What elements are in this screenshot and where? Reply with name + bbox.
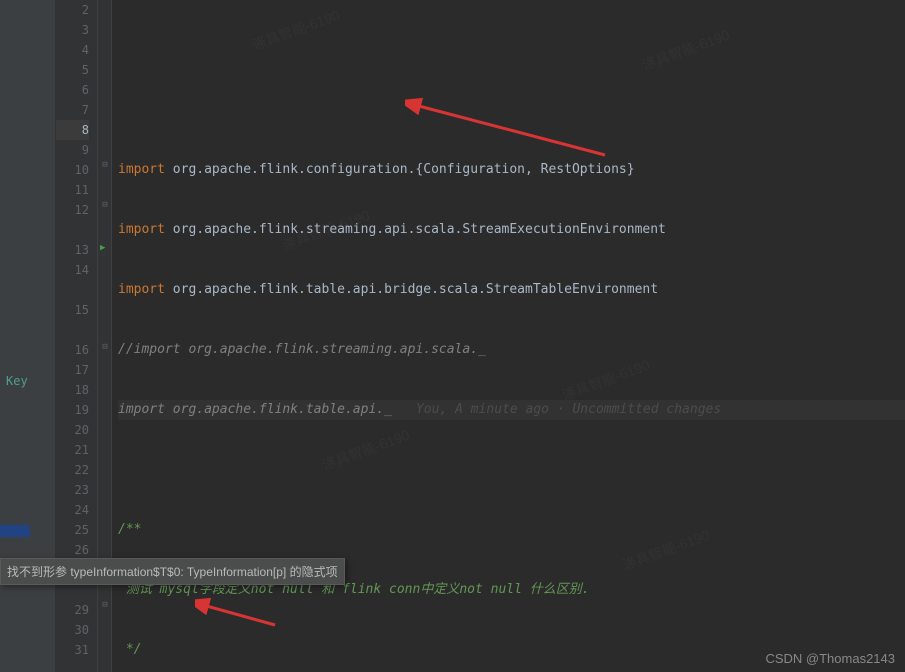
line-num[interactable]: 9 — [56, 140, 89, 160]
code-line-active: import org.apache.flink.table.api._You, … — [118, 400, 905, 420]
line-num[interactable]: 14 — [56, 260, 89, 280]
sidebar-key-label: Key — [6, 374, 28, 388]
line-num[interactable]: 26 — [56, 540, 89, 560]
line-num[interactable]: 25 — [56, 520, 89, 540]
code-line: //import org.apache.flink.streaming.api.… — [118, 340, 905, 360]
line-num[interactable]: 22 — [56, 460, 89, 480]
line-num[interactable]: 13 — [56, 240, 89, 260]
code-line: /** — [118, 520, 905, 540]
line-num[interactable]: 10 — [56, 160, 89, 180]
line-num[interactable]: 24 — [56, 500, 89, 520]
error-tooltip: 找不到形参 typeInformation$T$0: TypeInformati… — [0, 558, 345, 585]
line-num[interactable] — [56, 220, 89, 240]
line-num[interactable]: 23 — [56, 480, 89, 500]
line-num[interactable]: 5 — [56, 60, 89, 80]
line-num[interactable]: 31 — [56, 640, 89, 660]
line-num[interactable]: 12 — [56, 200, 89, 220]
line-num[interactable]: 6 — [56, 80, 89, 100]
line-num[interactable]: 3 — [56, 20, 89, 40]
line-num[interactable] — [56, 280, 89, 300]
line-num[interactable]: 18 — [56, 380, 89, 400]
line-num[interactable]: 29 — [56, 600, 89, 620]
fold-toggle-icon[interactable]: ⊟ — [100, 160, 110, 170]
line-num[interactable]: 21 — [56, 440, 89, 460]
sidebar-active-marker — [0, 525, 30, 537]
fold-toggle-icon[interactable]: ⊟ — [100, 600, 110, 610]
run-gutter-icon[interactable]: ▶ — [100, 243, 105, 253]
line-num[interactable]: 19 — [56, 400, 89, 420]
line-num[interactable]: 11 — [56, 180, 89, 200]
attribution-text: CSDN @Thomas2143 — [765, 651, 895, 666]
line-num[interactable]: 20 — [56, 420, 89, 440]
fold-toggle-icon[interactable]: ⊟ — [100, 200, 110, 210]
line-num[interactable] — [56, 320, 89, 340]
line-num[interactable]: 30 — [56, 620, 89, 640]
line-num[interactable]: 2 — [56, 0, 89, 20]
line-num[interactable]: 4 — [56, 40, 89, 60]
line-num[interactable]: 8 — [56, 120, 89, 140]
git-blame-hint: You, A minute ago · Uncommitted changes — [392, 402, 721, 417]
line-num[interactable]: 15 — [56, 300, 89, 320]
line-num[interactable]: 16 — [56, 340, 89, 360]
code-line: import org.apache.flink.table.api.bridge… — [118, 280, 905, 300]
fold-toggle-icon[interactable]: ⊟ — [100, 342, 110, 352]
line-num[interactable]: 17 — [56, 360, 89, 380]
line-num[interactable]: 7 — [56, 100, 89, 120]
code-line: import org.apache.flink.configuration.{C… — [118, 160, 905, 180]
code-line: import org.apache.flink.streaming.api.sc… — [118, 220, 905, 240]
